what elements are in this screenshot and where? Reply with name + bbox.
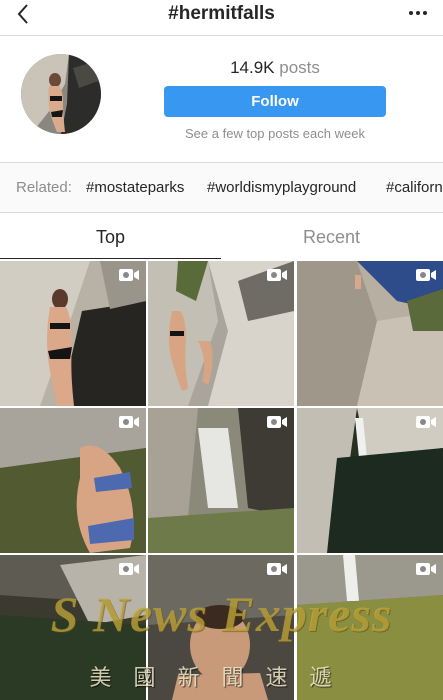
related-tag[interactable]: #worldismyplayground [207, 179, 356, 196]
post-thumbnail[interactable] [297, 408, 443, 553]
tab-recent[interactable]: Recent [221, 213, 442, 259]
post-thumbnail[interactable] [148, 555, 294, 700]
top-nav-bar: #hermitfalls [0, 0, 443, 36]
related-label: Related: [16, 179, 72, 196]
video-camera-icon [416, 563, 436, 575]
posts-label: posts [279, 58, 320, 77]
post-grid [0, 261, 443, 700]
video-camera-icon [267, 269, 287, 281]
more-horizontal-icon[interactable] [405, 2, 431, 24]
hashtag-avatar[interactable] [21, 54, 101, 134]
top-posts-note: See a few top posts each week [185, 126, 365, 141]
related-tag[interactable]: #mostateparks [86, 179, 184, 196]
video-camera-icon [119, 563, 139, 575]
post-thumbnail[interactable] [297, 555, 443, 700]
post-thumbnail[interactable] [0, 261, 146, 406]
posts-number: 14.9K [230, 58, 275, 77]
post-thumbnail[interactable] [148, 408, 294, 553]
avatar-photo [21, 54, 101, 134]
video-camera-icon [267, 563, 287, 575]
follow-button[interactable]: Follow [164, 86, 386, 117]
hashtag-header: 14.9K posts Follow See a few top posts e… [0, 36, 443, 163]
video-camera-icon [119, 269, 139, 281]
post-thumbnail[interactable] [0, 555, 146, 700]
video-camera-icon [267, 416, 287, 428]
post-thumbnail[interactable] [148, 261, 294, 406]
posts-count: 14.9K posts [164, 58, 386, 78]
tab-top[interactable]: Top [0, 213, 221, 259]
post-thumbnail[interactable] [297, 261, 443, 406]
video-camera-icon [119, 416, 139, 428]
related-hashtags: Related: #mostateparks #worldismyplaygro… [0, 163, 443, 213]
video-camera-icon [416, 416, 436, 428]
post-tabs: Top Recent [0, 213, 443, 259]
page-title: #hermitfalls [168, 3, 275, 24]
related-tag[interactable]: #californ [386, 179, 443, 196]
post-thumbnail[interactable] [0, 408, 146, 553]
video-camera-icon [416, 269, 436, 281]
